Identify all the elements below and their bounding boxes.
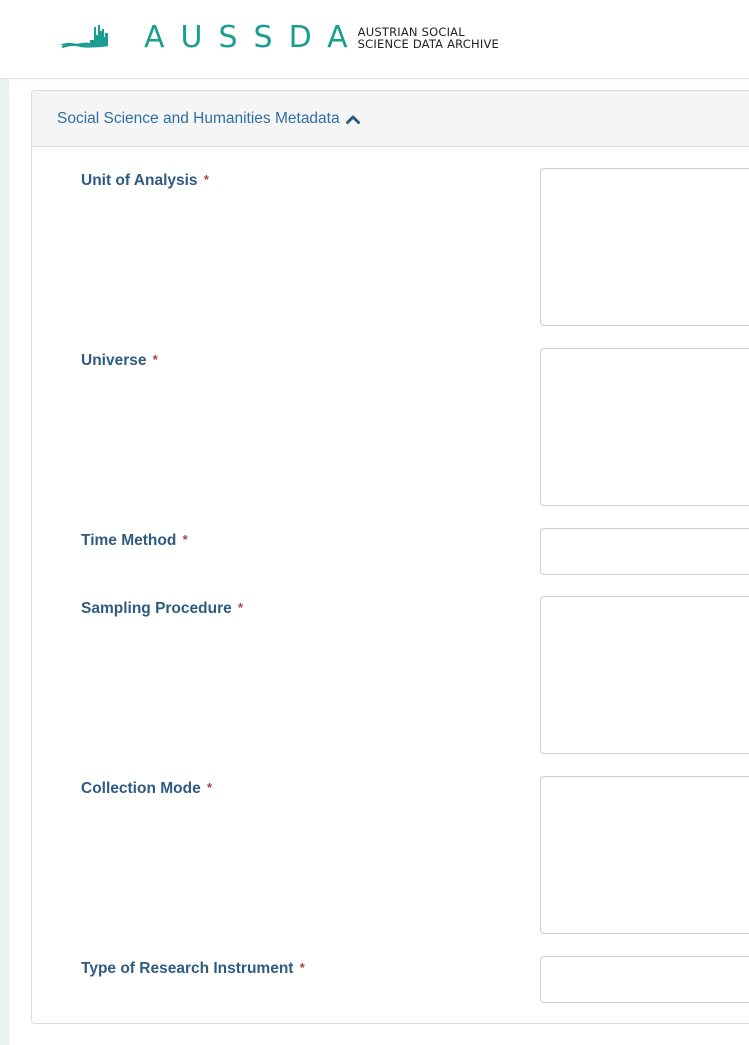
panel-title-toggle[interactable]: Social Science and Humanities Metadata <box>57 110 360 128</box>
field-label-text: Collection Mode <box>81 780 201 797</box>
unit-of-analysis-textarea[interactable] <box>540 168 749 326</box>
sampling-procedure-textarea[interactable] <box>540 596 749 754</box>
field-label-text: Sampling Procedure <box>81 600 232 617</box>
field-label-text: Universe <box>81 352 147 369</box>
universe-textarea[interactable] <box>540 348 749 506</box>
field-label-universe: Universe * <box>81 352 158 370</box>
panel-heading[interactable]: Social Science and Humanities Metadata <box>32 91 749 147</box>
left-edge-strip <box>0 0 9 1045</box>
required-marker: * <box>182 532 188 547</box>
required-marker: * <box>152 352 158 367</box>
metadata-panel: Social Science and Humanities Metadata U… <box>31 90 749 1024</box>
logo-subtitle: AUSTRIAN SOCIAL SCIENCE DATA ARCHIVE <box>358 26 499 50</box>
field-label-time-method: Time Method * <box>81 532 188 550</box>
panel-title: Social Science and Humanities Metadata <box>57 109 340 127</box>
field-label-unit-of-analysis: Unit of Analysis * <box>81 172 209 190</box>
field-label-type-of-research-instrument: Type of Research Instrument * <box>81 960 305 978</box>
field-label-sampling-procedure: Sampling Procedure * <box>81 600 243 618</box>
time-method-input[interactable] <box>540 528 749 575</box>
site-header: AUSSDA AUSTRIAN SOCIAL SCIENCE DATA ARCH… <box>0 0 749 79</box>
required-marker: * <box>299 960 305 975</box>
aussda-logo[interactable]: AUSSDA AUSTRIAN SOCIAL SCIENCE DATA ARCH… <box>60 18 499 58</box>
type-of-research-instrument-input[interactable] <box>540 956 749 1003</box>
logo-subtitle-line2: SCIENCE DATA ARCHIVE <box>357 37 499 51</box>
chevron-up-icon <box>345 115 360 124</box>
field-label-text: Time Method <box>81 532 177 549</box>
required-marker: * <box>203 172 209 187</box>
required-marker: * <box>207 780 213 795</box>
field-label-text: Type of Research Instrument <box>81 960 294 977</box>
collection-mode-textarea[interactable] <box>540 776 749 934</box>
logo-wordmark: AUSSDA <box>144 20 364 55</box>
field-label-collection-mode: Collection Mode * <box>81 780 212 798</box>
field-label-text: Unit of Analysis <box>81 172 198 189</box>
graph-mark-icon <box>60 25 109 49</box>
required-marker: * <box>238 600 244 615</box>
